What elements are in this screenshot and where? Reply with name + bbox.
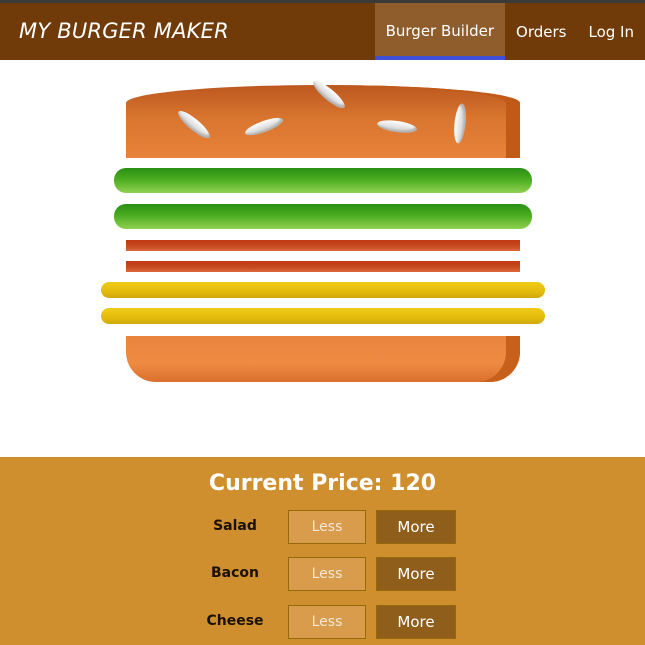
burger-bacon-layer: [126, 261, 520, 272]
nav-item-log-in[interactable]: Log In: [578, 3, 645, 60]
control-row-salad: Salad Less More: [0, 510, 645, 544]
price-value: 120: [390, 471, 437, 496]
control-row-bacon: Bacon Less More: [0, 557, 645, 591]
build-controls: Current Price: 120 Salad Less More Bacon…: [0, 457, 645, 645]
burger-salad-layer: [114, 204, 532, 229]
less-cheese-button[interactable]: Less: [288, 605, 366, 639]
price-label: Current Price:: [208, 471, 383, 496]
more-salad-button[interactable]: More: [376, 510, 456, 544]
burger-cheese-layer: [101, 308, 545, 324]
toolbar: MY BURGER MAKER Burger Builder Orders Lo…: [0, 3, 645, 60]
ingredient-label-salad: Salad: [213, 518, 257, 534]
less-salad-button[interactable]: Less: [288, 510, 366, 544]
sesame-seed: [376, 118, 418, 135]
ingredient-label-cheese: Cheese: [206, 613, 264, 629]
less-bacon-button[interactable]: Less: [288, 557, 366, 591]
control-row-cheese: Cheese Less More: [0, 605, 645, 639]
more-bacon-button[interactable]: More: [376, 557, 456, 591]
sesame-seed: [175, 107, 213, 142]
more-cheese-button[interactable]: More: [376, 605, 456, 639]
ingredient-label-bacon: Bacon: [210, 565, 259, 581]
nav-item-burger-builder[interactable]: Burger Builder: [374, 3, 506, 60]
burger-cheese-layer: [101, 282, 545, 298]
nav-item-orders[interactable]: Orders: [505, 3, 577, 60]
main-nav: Burger Builder Orders Log In: [374, 3, 645, 60]
burger-salad-layer: [114, 168, 532, 193]
app-logo-text: MY BURGER MAKER: [19, 19, 229, 43]
current-price: Current Price: 120: [0, 471, 645, 496]
burger-bread-bottom: [126, 336, 520, 382]
burger-bacon-layer: [126, 240, 520, 251]
sesame-seed: [452, 103, 468, 144]
burger-bread-top: [126, 77, 520, 158]
sesame-seed: [243, 114, 285, 139]
